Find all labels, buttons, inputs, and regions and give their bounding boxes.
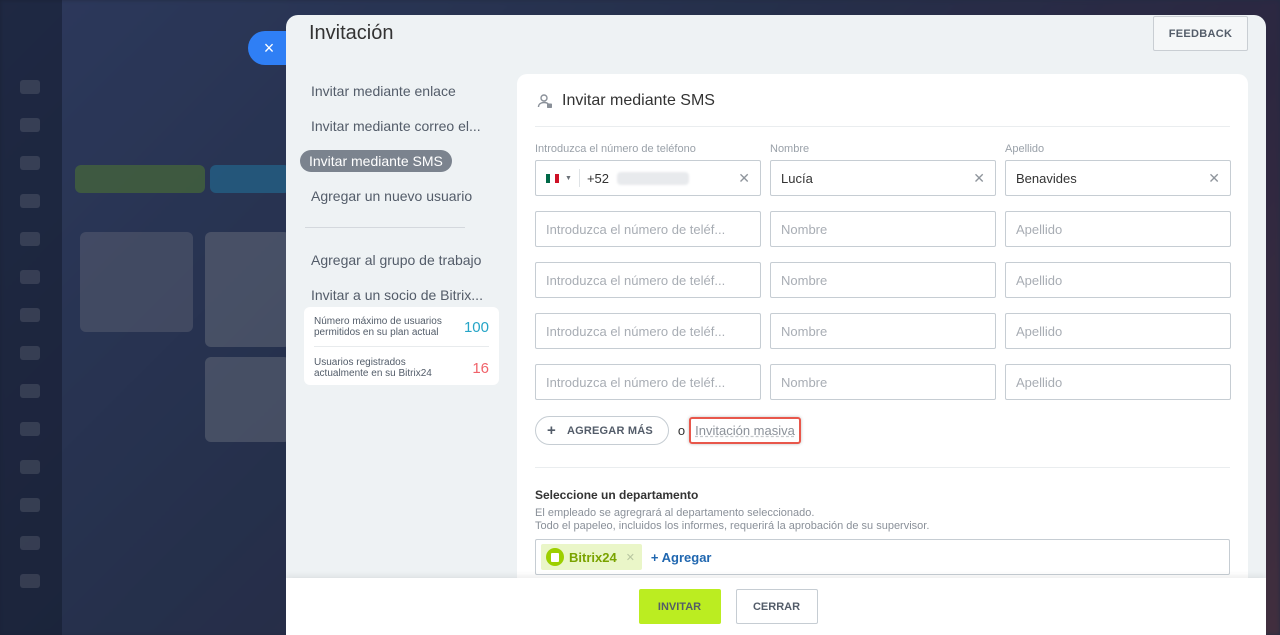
menu-item-sms[interactable]: Invitar mediante SMS xyxy=(300,143,500,178)
menu-item-new-user[interactable]: Agregar un nuevo usuario xyxy=(300,178,500,213)
phone-column-label: Introduzca el número de teléfono xyxy=(535,143,696,155)
menu-item-label: Invitar mediante enlace xyxy=(311,82,456,99)
placeholder: Nombre xyxy=(781,374,828,390)
mexico-flag-icon xyxy=(546,173,559,183)
placeholder: Introduzca el número de teléf... xyxy=(546,272,726,288)
menu-item-label: Invitar mediante correo el... xyxy=(311,117,481,134)
menu-item-workgroup[interactable]: Agregar al grupo de trabajo xyxy=(300,242,500,277)
department-desc-line: Todo el papeleo, incluidos los informes,… xyxy=(535,520,930,532)
phone-field[interactable]: Introduzca el número de teléf... xyxy=(535,211,761,247)
menu-item-label: Agregar al grupo de trabajo xyxy=(311,251,482,268)
department-selector[interactable]: Bitrix24 ✕ + Agregar xyxy=(535,539,1230,575)
mass-invite-link[interactable]: Invitación masiva xyxy=(689,417,801,444)
country-code: +52 xyxy=(586,170,609,186)
name-field[interactable]: Nombre xyxy=(770,364,996,400)
name-field[interactable]: Nombre xyxy=(770,313,996,349)
placeholder: Apellido xyxy=(1016,374,1063,390)
placeholder: Apellido xyxy=(1016,221,1063,237)
feedback-button[interactable]: FEEDBACK xyxy=(1153,16,1248,51)
placeholder: Introduzca el número de teléf... xyxy=(546,221,726,237)
name-field[interactable]: Nombre xyxy=(770,262,996,298)
invitation-slider: Invitación FEEDBACK Invitar mediante enl… xyxy=(286,15,1266,635)
page-title: Invitación xyxy=(309,22,394,44)
add-more-row: + AGREGAR MÁS o Invitación masiva xyxy=(535,416,801,445)
card-header: Invitar mediante SMS xyxy=(537,92,715,110)
menu-item-label: Agregar un nuevo usuario xyxy=(311,187,473,204)
footer-bar: INVITAR CERRAR xyxy=(286,578,1266,635)
stat-value: 100 xyxy=(463,318,489,336)
department-description: El empleado se agregrará al departamento… xyxy=(535,507,929,533)
close-slider-button[interactable]: × xyxy=(248,31,290,65)
user-stats: Número máximo de usuarios permitidos en … xyxy=(304,307,499,385)
surname-field[interactable]: Benavides ✕ xyxy=(1005,160,1231,196)
invite-button[interactable]: INVITAR xyxy=(638,589,721,624)
placeholder: Apellido xyxy=(1016,323,1063,339)
stat-label: Usuarios registrados actualmente en su B… xyxy=(314,357,432,379)
invite-menu: Invitar mediante enlace Invitar mediante… xyxy=(300,73,500,312)
department-desc-line: El empleado se agregrará al departamento… xyxy=(535,507,815,519)
name-field[interactable]: Lucía ✕ xyxy=(770,160,996,196)
country-selector[interactable]: ▼ xyxy=(546,169,580,187)
surname-field[interactable]: Apellido xyxy=(1005,313,1231,349)
menu-divider xyxy=(305,227,465,228)
clear-icon[interactable]: ✕ xyxy=(973,170,985,187)
card-title: Invitar mediante SMS xyxy=(562,92,715,109)
or-text: o xyxy=(677,423,686,438)
department-icon xyxy=(546,548,564,566)
surname-field[interactable]: Apellido xyxy=(1005,364,1231,400)
surname-field[interactable]: Apellido xyxy=(1005,211,1231,247)
stat-label: Número máximo de usuarios permitidos en … xyxy=(314,316,442,338)
user-icon xyxy=(537,94,552,108)
name-column-label: Nombre xyxy=(770,143,810,155)
remove-tag-icon[interactable]: ✕ xyxy=(626,551,635,564)
placeholder: Nombre xyxy=(781,221,828,237)
invite-row: Introduzca el número de teléf... Nombre … xyxy=(535,262,1231,298)
stat-value: 16 xyxy=(472,359,489,377)
placeholder: Nombre xyxy=(781,323,828,339)
sms-invite-card: Invitar mediante SMS Introduzca el númer… xyxy=(517,74,1248,604)
placeholder: Introduzca el número de teléf... xyxy=(546,323,726,339)
surname-value: Benavides xyxy=(1016,170,1077,186)
plus-icon: + xyxy=(547,422,556,439)
surname-column-label: Apellido xyxy=(1005,143,1045,155)
department-title: Seleccione un departamento xyxy=(535,488,699,502)
close-button[interactable]: CERRAR xyxy=(735,589,818,624)
invite-row: Introduzca el número de teléf... Nombre … xyxy=(535,364,1231,400)
stat-max-users: Número máximo de usuarios permitidos en … xyxy=(314,316,489,338)
placeholder: Introduzca el número de teléf... xyxy=(546,374,726,390)
menu-item-label: Invitar mediante SMS xyxy=(300,149,452,172)
phone-field[interactable]: Introduzca el número de teléf... xyxy=(535,313,761,349)
divider xyxy=(535,467,1230,468)
add-department-link[interactable]: + Agregar xyxy=(651,550,712,565)
column-labels: Introduzca el número de teléfono Nombre … xyxy=(535,143,1230,157)
phone-field[interactable]: Introduzca el número de teléf... xyxy=(535,262,761,298)
phone-field[interactable]: ▼ +52 ✕ xyxy=(535,160,761,196)
add-more-button[interactable]: + AGREGAR MÁS xyxy=(535,416,669,445)
department-tag: Bitrix24 ✕ xyxy=(541,544,642,570)
surname-field[interactable]: Apellido xyxy=(1005,262,1231,298)
name-value: Lucía xyxy=(781,170,813,186)
menu-item-link[interactable]: Invitar mediante enlace xyxy=(300,73,500,108)
clear-icon[interactable]: ✕ xyxy=(738,170,750,187)
menu-item-email[interactable]: Invitar mediante correo el... xyxy=(300,108,500,143)
department-tag-label: Bitrix24 xyxy=(569,549,617,565)
placeholder: Apellido xyxy=(1016,272,1063,288)
clear-icon[interactable]: ✕ xyxy=(1208,170,1220,187)
name-field[interactable]: Nombre xyxy=(770,211,996,247)
invite-row: Introduzca el número de teléf... Nombre … xyxy=(535,313,1231,349)
chevron-down-icon: ▼ xyxy=(565,174,572,182)
invite-row: Introduzca el número de teléf... Nombre … xyxy=(535,211,1231,247)
divider xyxy=(535,126,1230,127)
menu-item-label: Invitar a un socio de Bitrix... xyxy=(311,286,483,303)
stat-registered-users: Usuarios registrados actualmente en su B… xyxy=(314,346,489,379)
close-icon: × xyxy=(263,37,275,58)
redacted-phone-number xyxy=(617,171,689,185)
phone-field[interactable]: Introduzca el número de teléf... xyxy=(535,364,761,400)
invite-row: ▼ +52 ✕ Lucía ✕ Benavides ✕ xyxy=(535,160,1231,196)
add-more-label: AGREGAR MÁS xyxy=(566,424,653,437)
placeholder: Nombre xyxy=(781,272,828,288)
